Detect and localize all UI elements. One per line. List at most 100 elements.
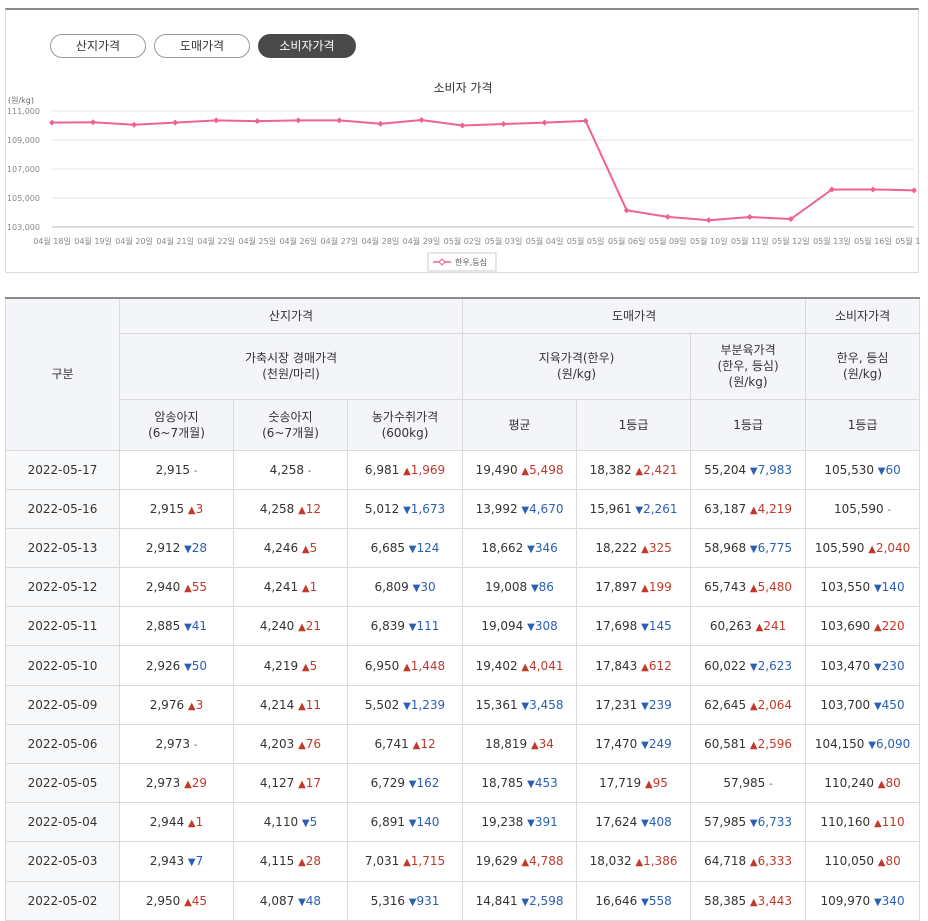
up-arrow-icon: ▲ — [298, 622, 306, 634]
down-arrow-icon: ▼ — [408, 896, 417, 908]
up-arrow-icon: ▲ — [749, 857, 758, 869]
up-arrow-icon: ▲ — [298, 739, 306, 751]
dash-icon: - — [887, 504, 892, 516]
cell-value: 2,912 — [145, 540, 185, 555]
cell-change: 5,498 — [529, 462, 564, 477]
series-line — [51, 118, 915, 222]
cell-value: 6,950 — [364, 658, 404, 673]
cell-value: 103,470 — [820, 658, 874, 673]
cell-value: 4,110 — [263, 815, 302, 830]
down-arrow-icon: ▼ — [641, 896, 649, 908]
cell-change: 6,090 — [875, 736, 911, 751]
cell-change: 2,623 — [757, 658, 792, 673]
table-cell: 4,110 ▼5 — [233, 802, 348, 843]
cell-value: 4,127 — [259, 776, 299, 791]
up-arrow-icon: ▲ — [641, 583, 649, 595]
data-point — [869, 186, 876, 193]
down-arrow-icon: ▼ — [749, 543, 758, 555]
cell-value: 2,943 — [149, 854, 188, 869]
cell-change: 6,733 — [757, 815, 792, 830]
table-cell: 19,008 ▼86 — [462, 567, 578, 608]
cell-change: 612 — [648, 658, 672, 673]
cell-change: 249 — [648, 736, 672, 751]
data-point — [213, 117, 220, 124]
cell-value: 17,897 — [595, 580, 642, 595]
header-col-female-calf: 암송아지 (6~7개월) — [119, 398, 234, 451]
cell-change: 5 — [309, 658, 318, 673]
cell-value: 18,032 — [589, 854, 636, 869]
table-cell: 110,050 ▲80 — [805, 841, 921, 882]
data-point — [418, 116, 425, 123]
cell-value: 6,981 — [364, 462, 404, 477]
table-cell: 18,819 ▲34 — [462, 723, 578, 765]
down-arrow-icon: ▼ — [403, 504, 411, 516]
table-body: 2022-05-17 2,915 -4,258 -6,981 ▲1,969 19,4… — [5, 449, 921, 921]
cell-change: 1,448 — [410, 658, 446, 673]
up-arrow-icon: ▲ — [873, 818, 882, 830]
cell-change: 1 — [195, 815, 204, 830]
data-point — [705, 217, 712, 224]
cell-change: 7 — [195, 854, 204, 869]
cell-change: 230 — [881, 658, 905, 673]
data-point — [459, 122, 466, 129]
cell-change: 4,788 — [529, 854, 564, 869]
cell-value: 6,741 — [374, 736, 413, 751]
table-cell: 6,981 ▲1,969 — [346, 449, 464, 490]
table-cell: 2,915 ▲3 — [119, 488, 234, 529]
cell-value: 15,961 — [589, 501, 636, 516]
y-axis-unit: (원/kg) — [8, 96, 34, 105]
down-arrow-icon: ▼ — [868, 739, 876, 751]
cell-change: 5,480 — [757, 580, 792, 595]
up-arrow-icon: ▲ — [868, 543, 876, 555]
table-cell: 19,238 ▼391 — [462, 802, 578, 843]
x-tick-label: 04월 20일 — [115, 236, 153, 246]
table-cell: 15,961 ▼2,261 — [576, 488, 692, 529]
cell-value: 2,944 — [149, 815, 188, 830]
x-tick-label: 05월 02일 — [444, 236, 482, 246]
cell-value: 18,819 — [485, 736, 531, 751]
y-tick-label: 103,000 — [7, 223, 40, 232]
y-tick-label: 107,000 — [7, 165, 40, 174]
price-table: 구분 산지가격 도매가격 소비자가격 가축시장 경매가격 (천원/마리) 지육가… — [5, 297, 921, 921]
table-cell: 18,032 ▲1,386 — [576, 841, 692, 882]
table-cell: 5,316 ▼931 — [346, 880, 464, 921]
up-arrow-icon: ▲ — [530, 739, 539, 751]
cell-value: 4,240 — [259, 619, 299, 634]
cell-change: 453 — [534, 776, 558, 791]
down-arrow-icon: ▼ — [749, 818, 758, 830]
cell-change: 29 — [191, 776, 208, 791]
dash-icon: - — [769, 779, 773, 791]
table-cell: 13,992 ▼4,670 — [462, 488, 578, 529]
cell-value: 14,841 — [475, 893, 522, 908]
x-tick-label: 05월 17일 — [895, 236, 920, 246]
cell-value: 60,263 — [709, 619, 756, 634]
cell-change: 2,598 — [529, 893, 564, 908]
up-arrow-icon: ▲ — [403, 857, 411, 869]
row-date: 2022-05-04 — [5, 802, 120, 843]
table-cell: 2,973 - — [119, 723, 234, 765]
header-sub-carcass: 지육가격(한우) (원/kg) — [462, 332, 692, 400]
row-date: 2022-05-13 — [5, 527, 120, 569]
table-cell: 6,809 ▼30 — [346, 567, 464, 608]
table-cell: 60,263 ▲241 — [690, 606, 807, 647]
cell-value: 2,950 — [145, 893, 185, 908]
cell-value: 19,402 — [475, 658, 522, 673]
cell-change: 1,715 — [410, 854, 446, 869]
cell-value: 18,785 — [481, 776, 528, 791]
header-group-origin: 산지가격 — [118, 297, 464, 334]
cell-change: 12 — [305, 501, 322, 516]
chart-title: 소비자 가격 — [433, 81, 492, 95]
table-cell: 6,685 ▼124 — [346, 527, 464, 569]
x-tick-label: 04월 29일 — [403, 236, 441, 246]
table-cell: 19,490 ▲5,498 — [462, 449, 578, 490]
cell-value: 6,729 — [370, 776, 409, 791]
cell-value: 105,590 — [834, 501, 888, 516]
up-arrow-icon: ▲ — [873, 622, 882, 634]
up-arrow-icon: ▲ — [187, 700, 196, 712]
table-cell: 17,719 ▲95 — [576, 762, 692, 804]
up-arrow-icon: ▲ — [644, 779, 653, 791]
header-col-consumer-grade1: 1등급 — [805, 398, 921, 451]
cell-change: 4,219 — [757, 501, 792, 516]
cell-value: 58,968 — [704, 540, 750, 555]
row-date: 2022-05-06 — [5, 723, 120, 765]
